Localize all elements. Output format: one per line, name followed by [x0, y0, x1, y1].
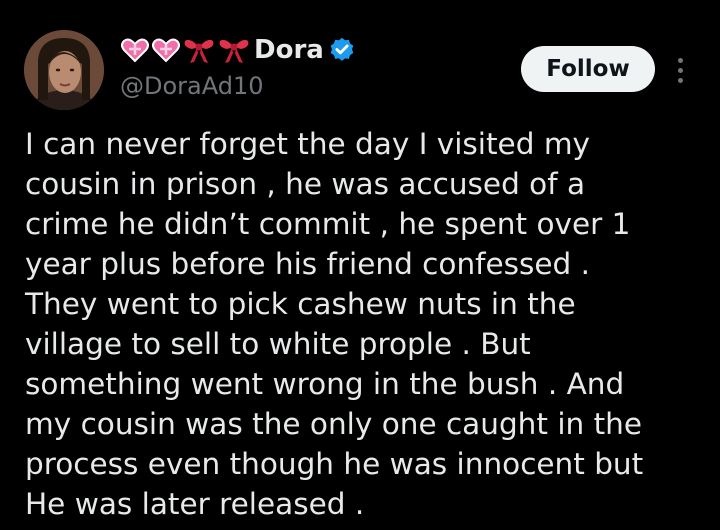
more-dot [677, 67, 683, 73]
display-name[interactable]: Dora [254, 35, 324, 65]
follow-button[interactable]: Follow [521, 46, 655, 92]
ribbon-icon [219, 39, 249, 63]
heart-ribbon-icon [121, 38, 149, 63]
avatar[interactable] [24, 30, 104, 110]
heart-ribbon-icon [152, 38, 180, 63]
avatar-image [24, 30, 104, 110]
verified-badge-icon[interactable] [328, 36, 356, 64]
user-handle[interactable]: @DoraAd10 [120, 72, 356, 100]
tweet-text: I can never forget the day I visited my … [25, 127, 644, 521]
ribbon-icon [184, 39, 214, 63]
more-dot [677, 57, 683, 63]
name-row: Dora [120, 30, 356, 70]
more-dot [677, 77, 683, 83]
more-options-icon[interactable] [668, 52, 692, 88]
tweet-header: Dora @DoraAd10 [120, 30, 356, 110]
